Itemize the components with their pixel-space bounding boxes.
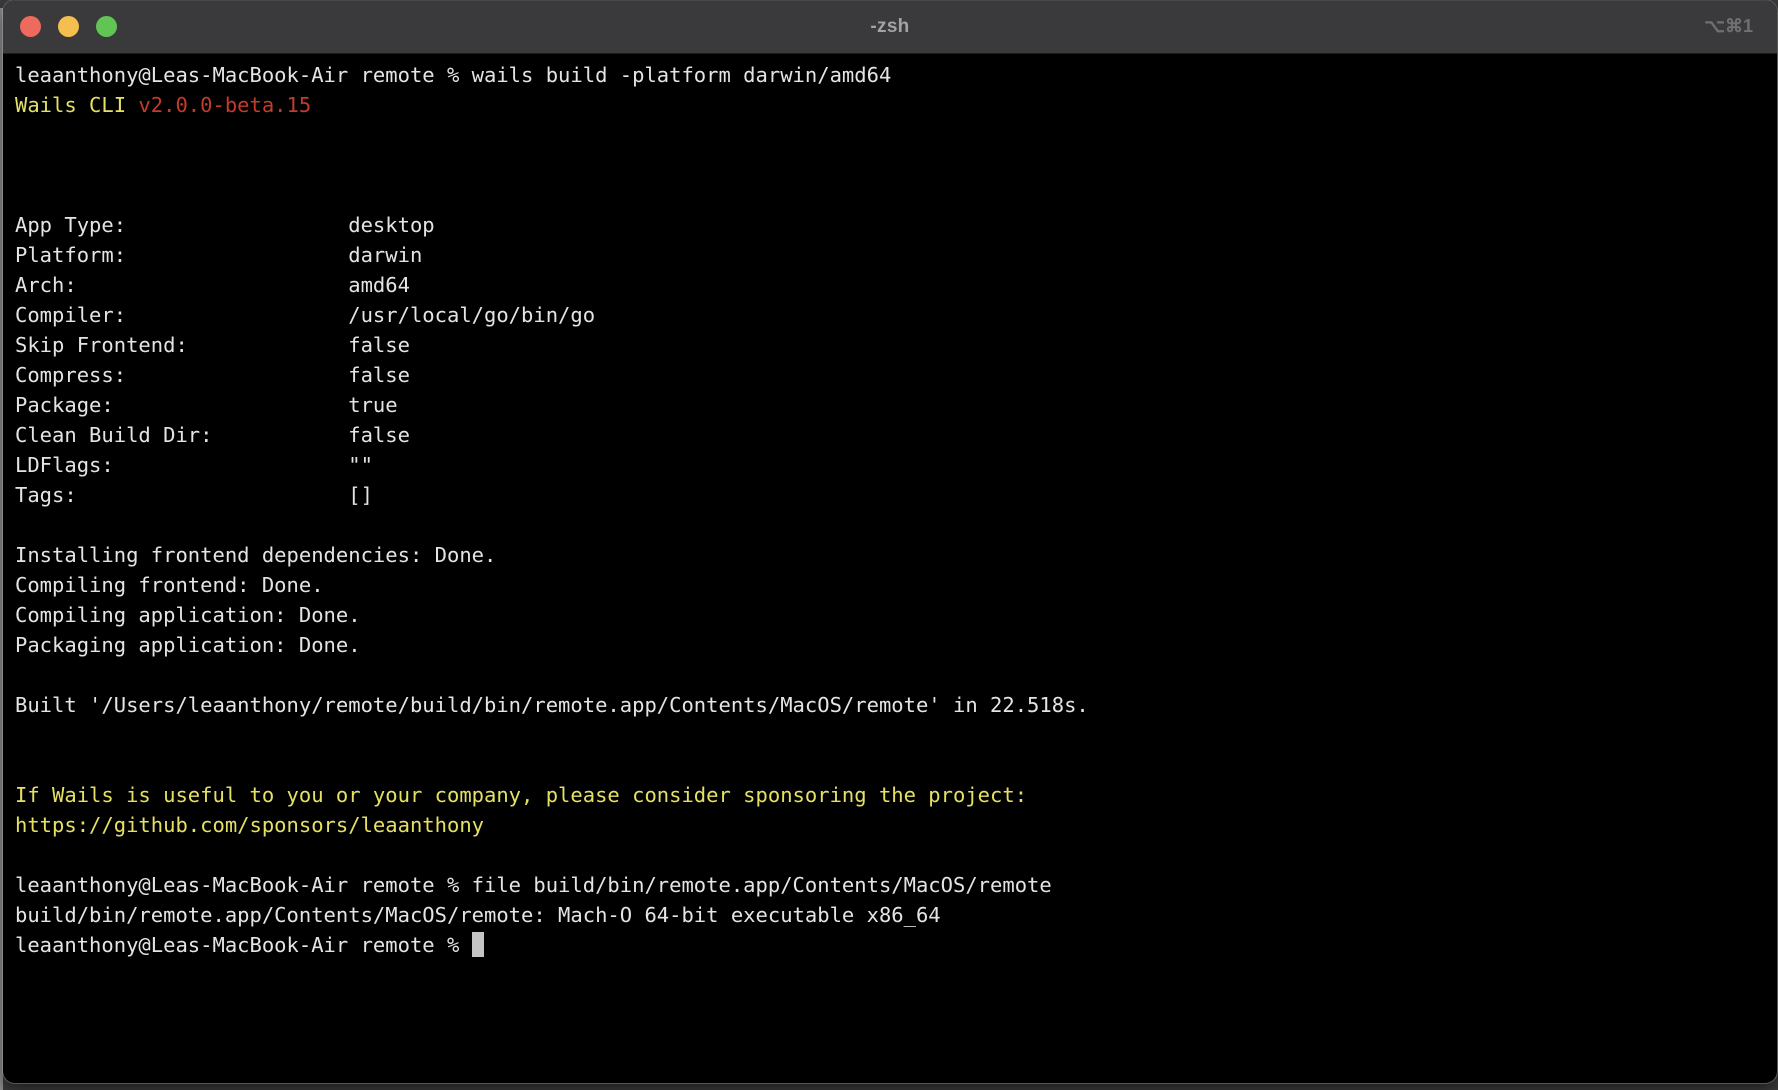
- terminal-window: -zsh ⌥⌘1 leaanthony@Leas-MacBook-Air rem…: [3, 0, 1777, 1083]
- traffic-lights: [3, 16, 117, 37]
- terminal-line: Packaging application: Done.: [15, 630, 1777, 660]
- file-command-output: build/bin/remote.app/Contents/MacOS/remo…: [15, 903, 941, 927]
- config-row: Skip Frontend: false: [15, 333, 410, 357]
- terminal-line: leaanthony@Leas-MacBook-Air remote %: [15, 930, 1777, 960]
- terminal-line: [15, 180, 1777, 210]
- terminal-output[interactable]: leaanthony@Leas-MacBook-Air remote % wai…: [3, 54, 1777, 960]
- status-packaging-application: Packaging application: Done.: [15, 633, 361, 657]
- terminal-line: [15, 660, 1777, 690]
- prompt-current: leaanthony@Leas-MacBook-Air remote %: [15, 933, 472, 957]
- terminal-line: [15, 150, 1777, 180]
- terminal-line: Package: true: [15, 390, 1777, 420]
- terminal-line: Platform: darwin: [15, 240, 1777, 270]
- terminal-line: build/bin/remote.app/Contents/MacOS/remo…: [15, 900, 1777, 930]
- terminal-line: [15, 750, 1777, 780]
- terminal-line: App Type: desktop: [15, 210, 1777, 240]
- config-row: Platform: darwin: [15, 243, 422, 267]
- terminal-line: Skip Frontend: false: [15, 330, 1777, 360]
- window-titlebar[interactable]: -zsh ⌥⌘1: [3, 0, 1777, 54]
- terminal-line: [15, 120, 1777, 150]
- terminal-line: Wails CLI v2.0.0-beta.15: [15, 90, 1777, 120]
- config-row: Tags: []: [15, 483, 373, 507]
- terminal-line: https://github.com/sponsors/leaanthony: [15, 810, 1777, 840]
- config-row: Arch: amd64: [15, 273, 410, 297]
- wails-version: v2.0.0-beta.15: [138, 93, 311, 117]
- terminal-line: Clean Build Dir: false: [15, 420, 1777, 450]
- terminal-line: Compress: false: [15, 360, 1777, 390]
- terminal-line: Compiling application: Done.: [15, 600, 1777, 630]
- terminal-line: Compiler: /usr/local/go/bin/go: [15, 300, 1777, 330]
- wails-cli-label: Wails CLI: [15, 93, 138, 117]
- terminal-line: leaanthony@Leas-MacBook-Air remote % wai…: [15, 60, 1777, 90]
- terminal-cursor: [472, 932, 484, 957]
- status-installing-frontend: Installing frontend dependencies: Done.: [15, 543, 496, 567]
- config-row: LDFlags: "": [15, 453, 373, 477]
- terminal-line: LDFlags: "": [15, 450, 1777, 480]
- prompt-command-file: leaanthony@Leas-MacBook-Air remote % fil…: [15, 873, 1052, 897]
- sponsor-url[interactable]: https://github.com/sponsors/leaanthony: [15, 813, 484, 837]
- terminal-line: Arch: amd64: [15, 270, 1777, 300]
- terminal-line: Installing frontend dependencies: Done.: [15, 540, 1777, 570]
- terminal-line: leaanthony@Leas-MacBook-Air remote % fil…: [15, 870, 1777, 900]
- config-row: Compiler: /usr/local/go/bin/go: [15, 303, 595, 327]
- terminal-line: If Wails is useful to you or your compan…: [15, 780, 1777, 810]
- config-row: Compress: false: [15, 363, 410, 387]
- config-row: App Type: desktop: [15, 213, 435, 237]
- terminal-line: [15, 840, 1777, 870]
- window-title: -zsh: [3, 16, 1777, 38]
- zoom-button[interactable]: [96, 16, 117, 37]
- terminal-line: [15, 720, 1777, 750]
- build-result: Built '/Users/leaanthony/remote/build/bi…: [15, 693, 1089, 717]
- config-row: Clean Build Dir: false: [15, 423, 410, 447]
- minimize-button[interactable]: [58, 16, 79, 37]
- status-compiling-application: Compiling application: Done.: [15, 603, 361, 627]
- terminal-line: Tags: []: [15, 480, 1777, 510]
- terminal-line: Built '/Users/leaanthony/remote/build/bi…: [15, 690, 1777, 720]
- status-compiling-frontend: Compiling frontend: Done.: [15, 573, 324, 597]
- window-shortcut-badge: ⌥⌘1: [1704, 16, 1753, 37]
- terminal-line: [15, 510, 1777, 540]
- close-button[interactable]: [20, 16, 41, 37]
- prompt-command-wails-build: leaanthony@Leas-MacBook-Air remote % wai…: [15, 63, 891, 87]
- sponsor-message: If Wails is useful to you or your compan…: [15, 783, 1027, 807]
- terminal-line: Compiling frontend: Done.: [15, 570, 1777, 600]
- config-row: Package: true: [15, 393, 398, 417]
